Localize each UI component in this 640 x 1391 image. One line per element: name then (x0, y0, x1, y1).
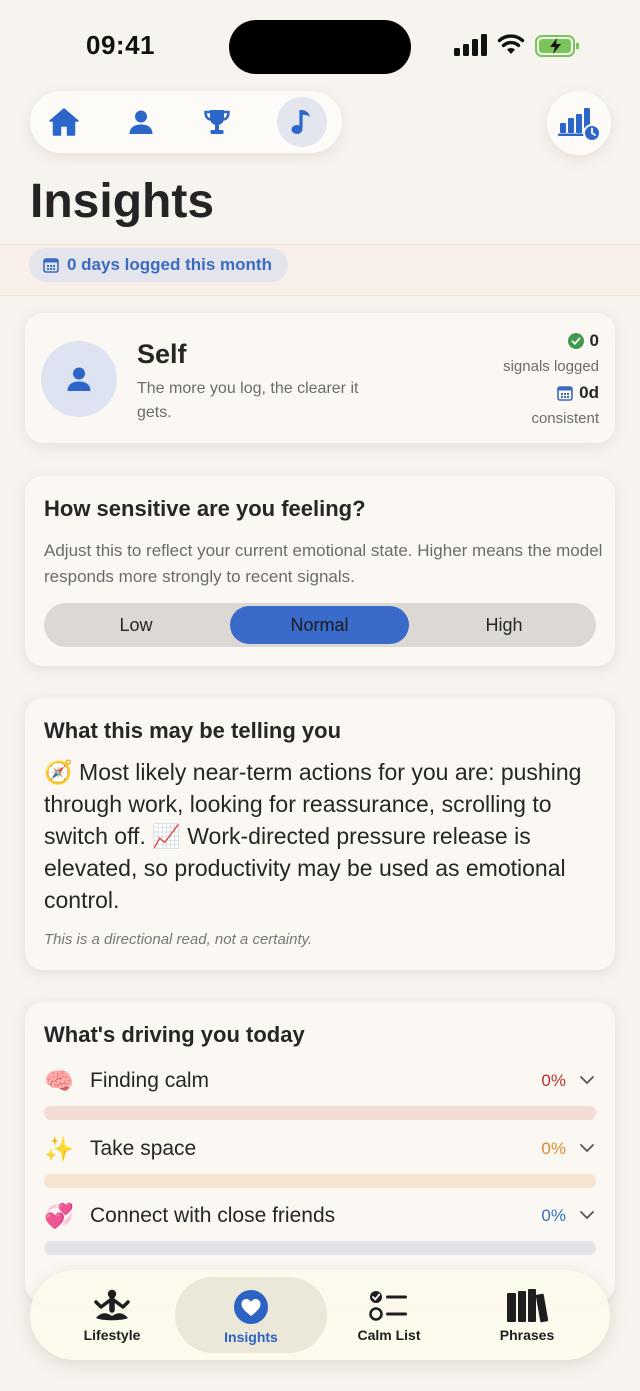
check-circle-icon (567, 333, 584, 349)
tab-label: Insights (224, 1329, 278, 1345)
music-note-icon (291, 110, 310, 134)
compass-emoji-icon: 🧭 (44, 759, 73, 785)
insight-title: What this may be telling you (44, 718, 342, 743)
driver-row-connect-friends[interactable]: 💞 Connect with close friends 0% (44, 1198, 596, 1238)
home-nav-button[interactable] (42, 100, 86, 144)
driver-bar-finding-calm (44, 1106, 596, 1120)
self-name: Self (137, 339, 187, 369)
profile-nav-button[interactable] (119, 100, 163, 144)
days-logged-label: 0 days logged this month (67, 255, 272, 274)
music-nav-button[interactable] (277, 97, 327, 147)
tab-calm-list[interactable]: Calm List (313, 1277, 465, 1353)
bottom-tab-bar: Lifestyle Insights Calm List Phrases (30, 1270, 610, 1360)
signals-value: 0 (589, 331, 599, 350)
insight-disclaimer: This is a directional read, not a certai… (44, 931, 313, 948)
driver-bar-connect-friends (44, 1241, 596, 1255)
consistent-stat: 0d (557, 383, 599, 403)
driver-bar-take-space (44, 1174, 596, 1188)
wifi-icon (497, 34, 525, 54)
tab-lifestyle[interactable]: Lifestyle (36, 1277, 188, 1353)
avatar (41, 341, 117, 417)
person-icon (129, 110, 153, 134)
tab-label: Lifestyle (83, 1327, 141, 1343)
sensitivity-option-high[interactable]: High (412, 603, 596, 647)
cellular-signal-icon (454, 34, 487, 56)
insight-card: What this may be telling you 🧭 Most like… (25, 698, 615, 970)
chevron-down-icon[interactable] (578, 1139, 596, 1157)
stats-history-button[interactable] (547, 91, 611, 155)
calendar-icon (43, 258, 59, 273)
tab-label: Calm List (357, 1327, 421, 1343)
driver-percent: 0% (541, 1071, 566, 1090)
top-nav (30, 91, 342, 153)
sensitivity-option-normal[interactable]: Normal (230, 606, 409, 644)
self-subtitle: The more you log, the clearer it gets. (137, 380, 359, 421)
sensitivity-title: How sensitive are you feeling? (44, 496, 366, 521)
driver-label: Connect with close friends (90, 1204, 336, 1227)
tab-insights[interactable]: Insights (175, 1277, 327, 1353)
driver-label: Finding calm (90, 1069, 210, 1092)
chevron-down-icon[interactable] (578, 1071, 596, 1089)
sensitivity-card: How sensitive are you feeling? Adjust th… (25, 476, 615, 666)
revolving-hearts-emoji-icon: 💞 (44, 1203, 74, 1230)
heart-icon (234, 1290, 268, 1324)
books-icon (507, 1289, 548, 1323)
driver-row-finding-calm[interactable]: 🧠 Finding calm 0% (44, 1063, 596, 1103)
status-bar: 09:41 (0, 0, 640, 90)
chevron-down-icon[interactable] (578, 1206, 596, 1224)
signals-stat: 0 (567, 331, 599, 351)
consistent-label: consistent (531, 410, 599, 427)
consistent-value: 0d (579, 383, 599, 402)
tab-phrases[interactable]: Phrases (451, 1277, 603, 1353)
insight-body: 🧭 Most likely near-term actions for you … (44, 756, 604, 916)
sensitivity-option-low[interactable]: Low (44, 603, 228, 647)
sensitivity-segmented-control: Low Normal High (44, 603, 596, 647)
driver-percent: 0% (541, 1206, 566, 1225)
person-icon (67, 367, 91, 391)
chart-clock-icon (558, 108, 601, 141)
sparkles-emoji-icon: ✨ (44, 1136, 74, 1163)
chart-increasing-emoji-icon: 📈 (152, 823, 181, 849)
sensitivity-description: Adjust this to reflect your current emot… (44, 541, 603, 586)
driver-label: Take space (90, 1137, 197, 1160)
home-icon (49, 108, 79, 136)
achievements-nav-button[interactable] (195, 100, 239, 144)
calendar-icon (557, 386, 573, 401)
drivers-title: What's driving you today (44, 1022, 305, 1047)
status-time: 09:41 (86, 30, 155, 60)
tab-label: Phrases (499, 1327, 555, 1343)
days-logged-badge: 0 days logged this month (29, 248, 288, 282)
driver-row-take-space[interactable]: ✨ Take space 0% (44, 1131, 596, 1171)
meditation-icon (94, 1289, 130, 1321)
battery-charging-icon (535, 35, 579, 57)
checklist-icon (369, 1291, 407, 1321)
brain-emoji-icon: 🧠 (44, 1068, 74, 1095)
self-card[interactable]: Self The more you log, the clearer it ge… (25, 313, 615, 443)
page-title: Insights (30, 175, 215, 228)
trophy-icon (204, 110, 230, 134)
dynamic-island (229, 20, 411, 74)
signals-label: signals logged (503, 358, 599, 375)
driver-percent: 0% (541, 1139, 566, 1158)
drivers-card: What's driving you today 🧠 Finding calm … (25, 1002, 615, 1302)
